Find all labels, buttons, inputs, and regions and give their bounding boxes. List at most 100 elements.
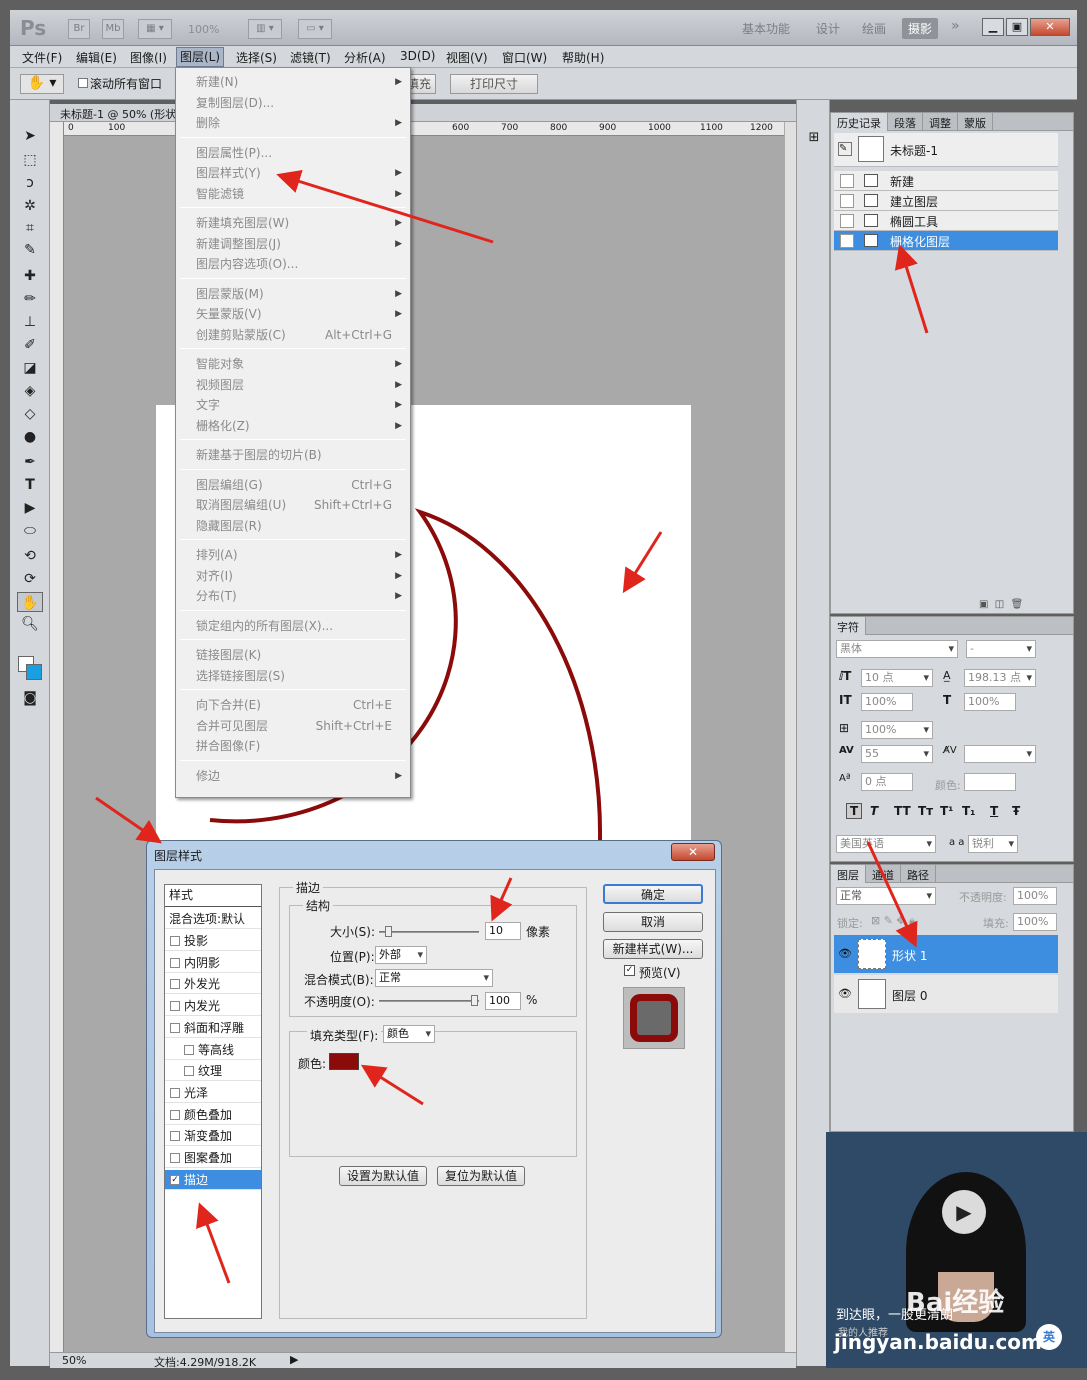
- tool-presets-icon[interactable]: ⊞: [804, 130, 824, 150]
- blend-mode-select[interactable]: 正常: [836, 887, 936, 905]
- layer-menu-item[interactable]: 新建填充图层(W) ▶: [196, 213, 402, 233]
- lock-icons[interactable]: ⊠ ✎ ✥ 🔒︎: [871, 914, 915, 928]
- history-snapshot[interactable]: ✎ 未标题-1: [834, 133, 1058, 167]
- effect-checkbox[interactable]: [170, 1109, 180, 1120]
- play-icon[interactable]: ▶: [942, 1190, 986, 1234]
- faux-bold-button[interactable]: T: [846, 803, 863, 819]
- layer-menu-item[interactable]: 图层蒙版(M) ▶: [196, 284, 402, 304]
- layer-menu-item[interactable]: 分布(T) ▶: [196, 586, 402, 606]
- font-style-select[interactable]: -: [966, 640, 1036, 658]
- history-item[interactable]: 建立图层: [834, 191, 1058, 211]
- layer-menu-item[interactable]: 隐藏图层(R): [196, 516, 396, 536]
- effect-checkbox[interactable]: [170, 936, 180, 946]
- styles-header[interactable]: 样式: [165, 885, 261, 907]
- baseline-shift-field[interactable]: 0 点: [861, 773, 913, 791]
- size-slider-knob[interactable]: [385, 926, 392, 937]
- layer-menu-item[interactable]: 排列(A) ▶: [196, 545, 402, 565]
- history-checkbox[interactable]: [840, 194, 854, 208]
- tab-paths[interactable]: 路径: [901, 865, 936, 883]
- status-menu-arrow-icon[interactable]: ▶: [290, 1353, 298, 1366]
- minimize-button[interactable]: ▁: [982, 18, 1004, 36]
- all-caps-button[interactable]: TT: [894, 804, 911, 818]
- opacity-slider-knob[interactable]: [471, 995, 478, 1006]
- history-item[interactable]: 新建: [834, 171, 1058, 191]
- tab-paragraph[interactable]: 段落: [888, 113, 923, 131]
- blend-options-item[interactable]: 混合选项:默认: [165, 909, 261, 929]
- layer-menu-item[interactable]: 复制图层(D)...: [196, 93, 396, 113]
- layer-row[interactable]: 👁︎ 图层 0: [834, 975, 1058, 1013]
- layer-menu-item[interactable]: 栅格化(Z) ▶: [196, 416, 402, 436]
- text-color-swatch[interactable]: [964, 773, 1016, 791]
- effect-checkbox[interactable]: [170, 1087, 180, 1098]
- history-checkbox[interactable]: [840, 234, 854, 248]
- kerning-select[interactable]: [964, 745, 1036, 763]
- effect-item[interactable]: 斜面和浮雕: [165, 1018, 261, 1038]
- layer-menu-item[interactable]: 选择链接图层(S): [196, 666, 396, 686]
- set-default-button[interactable]: 设置为默认值: [339, 1166, 427, 1186]
- layer-menu-item[interactable]: 链接图层(K): [196, 645, 396, 665]
- layer-menu-item[interactable]: 文字 ▶: [196, 395, 402, 415]
- layer-menu-item[interactable]: 新建(N) ▶: [196, 72, 402, 92]
- effect-checkbox[interactable]: [170, 1022, 180, 1033]
- layer-menu-item[interactable]: 图层样式(Y) ▶: [196, 163, 402, 183]
- effect-checkbox[interactable]: [170, 1001, 180, 1012]
- layer-menu-item[interactable]: 矢量蒙版(V) ▶: [196, 304, 402, 324]
- effect-item[interactable]: 纹理: [165, 1061, 261, 1082]
- effect-checkbox[interactable]: [184, 1066, 194, 1077]
- tab-masks[interactable]: 蒙版: [958, 113, 993, 131]
- fill-type-select[interactable]: 颜色: [383, 1025, 435, 1043]
- layer-menu-item[interactable]: 智能对象 ▶: [196, 354, 402, 374]
- reset-default-button[interactable]: 复位为默认值: [437, 1166, 525, 1186]
- effect-item[interactable]: 内阴影: [165, 953, 261, 973]
- language-select[interactable]: 美国英语: [836, 835, 936, 853]
- layer-menu-item[interactable]: 拼合图像(F): [196, 736, 396, 756]
- workspace-design[interactable]: 设计: [816, 20, 840, 37]
- history-checkbox[interactable]: [840, 174, 854, 188]
- effect-item[interactable]: 外发光: [165, 974, 261, 995]
- effect-checkbox[interactable]: [170, 1131, 180, 1142]
- layer-menu-item[interactable]: 取消图层编组(U) Shift+Ctrl+G: [196, 495, 396, 515]
- close-button[interactable]: ✕: [1030, 18, 1070, 36]
- font-family-select[interactable]: 黑体: [836, 640, 958, 658]
- layer-menu-item[interactable]: 锁定组内的所有图层(X)...: [196, 616, 396, 636]
- tab-adjustments[interactable]: 调整: [923, 113, 958, 131]
- effect-checkbox[interactable]: [170, 957, 180, 968]
- tab-channels[interactable]: 通道: [866, 865, 901, 883]
- effect-item[interactable]: 图案叠加: [165, 1148, 261, 1168]
- ok-button[interactable]: 确定: [603, 884, 703, 904]
- preview-checkbox[interactable]: ✓: [624, 965, 635, 976]
- maximize-button[interactable]: ▣: [1006, 18, 1028, 36]
- layer-menu-item[interactable]: 图层属性(P)...: [196, 143, 396, 163]
- small-caps-button[interactable]: Tт: [918, 804, 933, 818]
- opacity-field[interactable]: 100%: [1013, 887, 1057, 905]
- horizontal-scale-field[interactable]: 100%: [964, 693, 1016, 711]
- history-checkbox[interactable]: [840, 214, 854, 228]
- effect-item[interactable]: ✓ 描边: [165, 1169, 261, 1190]
- underline-button[interactable]: T: [990, 804, 998, 818]
- layer-menu-item[interactable]: 删除 ▶: [196, 113, 402, 133]
- opacity-slider[interactable]: [379, 995, 479, 1006]
- layer-menu-item[interactable]: 创建剪贴蒙版(C) Alt+Ctrl+G: [196, 325, 396, 345]
- effect-item[interactable]: 内发光: [165, 996, 261, 1017]
- layer-menu-item[interactable]: 对齐(I) ▶: [196, 566, 402, 586]
- stroke-blend-select[interactable]: 正常: [375, 969, 493, 987]
- tracking-field[interactable]: 55: [861, 745, 933, 763]
- layer-row-selected[interactable]: 👁︎ 形状 1: [834, 935, 1058, 973]
- tsume-field[interactable]: 100%: [861, 721, 933, 739]
- fill-field[interactable]: 100%: [1013, 913, 1057, 931]
- superscript-button[interactable]: T¹: [940, 804, 953, 818]
- ime-indicator[interactable]: 英: [1036, 1324, 1062, 1350]
- effect-checkbox[interactable]: [170, 1153, 180, 1163]
- visibility-eye-icon[interactable]: 👁︎: [838, 987, 852, 1000]
- leading-field[interactable]: 198.13 点: [964, 669, 1036, 687]
- faux-italic-button[interactable]: T: [870, 804, 878, 818]
- layer-menu-item[interactable]: 新建基于图层的切片(B): [196, 445, 396, 465]
- layer-menu-item[interactable]: 新建调整图层(J) ▶: [196, 234, 402, 254]
- tab-layers[interactable]: 图层: [831, 865, 866, 883]
- subscript-button[interactable]: T₁: [962, 804, 975, 818]
- layer-menu-item[interactable]: 向下合并(E) Ctrl+E: [196, 695, 396, 715]
- snapshot-brush-icon[interactable]: ✎: [838, 142, 852, 156]
- workspace-more[interactable]: »: [951, 18, 960, 34]
- size-slider[interactable]: [379, 926, 479, 937]
- effect-checkbox[interactable]: [184, 1044, 194, 1055]
